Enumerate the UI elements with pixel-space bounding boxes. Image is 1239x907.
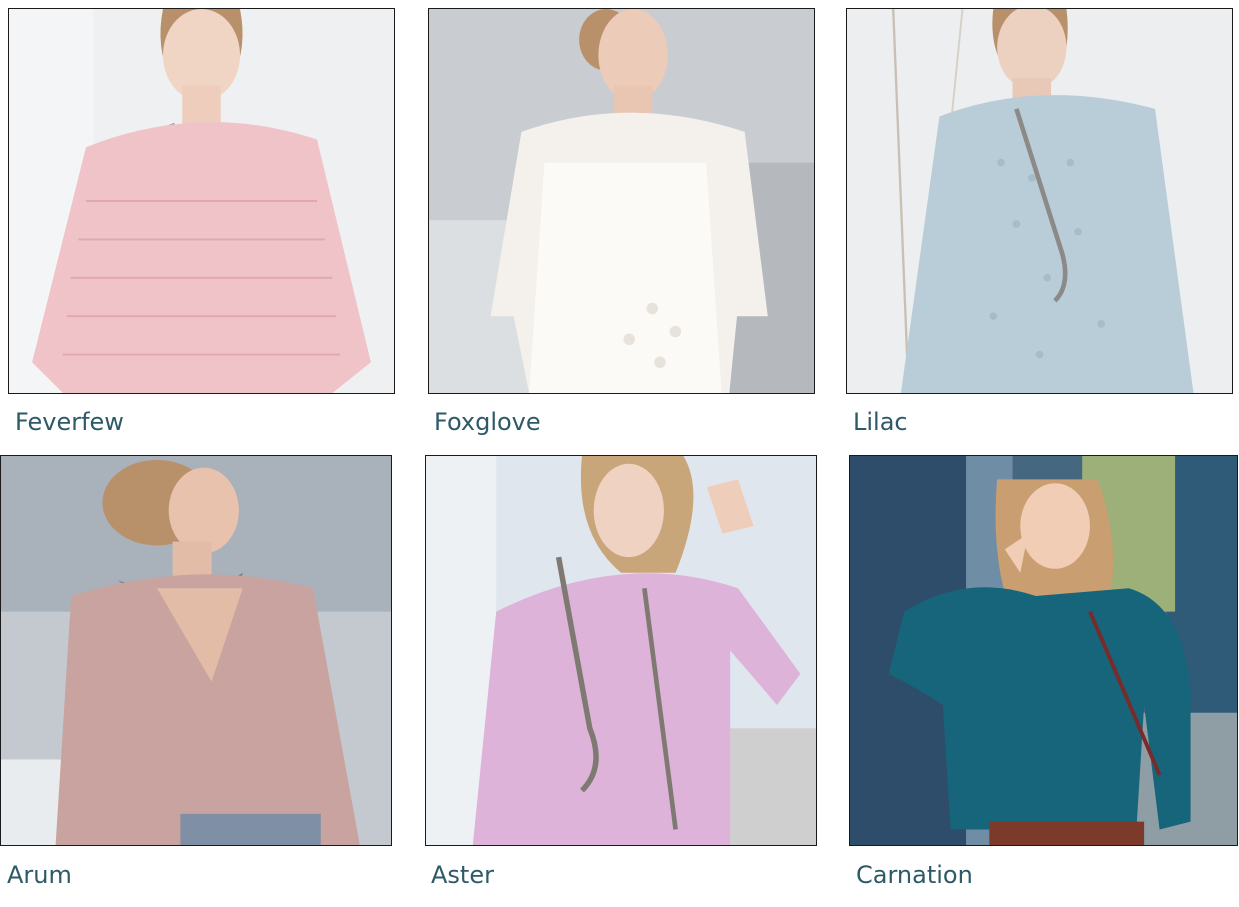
product-title[interactable]: Foxglove [434,408,541,436]
product-photo-aster[interactable] [425,455,817,846]
product-title[interactable]: Carnation [856,861,973,889]
product-photo-foxglove[interactable] [428,8,815,394]
product-photo-lilac[interactable] [846,8,1233,394]
product-title[interactable]: Feverfew [15,408,124,436]
product-title[interactable]: Arum [7,861,72,889]
product-title[interactable]: Lilac [853,408,908,436]
product-title[interactable]: Aster [431,861,494,889]
product-photo-carnation[interactable] [849,455,1238,846]
product-photo-arum[interactable] [0,455,392,846]
product-photo-feverfew[interactable] [8,8,395,394]
